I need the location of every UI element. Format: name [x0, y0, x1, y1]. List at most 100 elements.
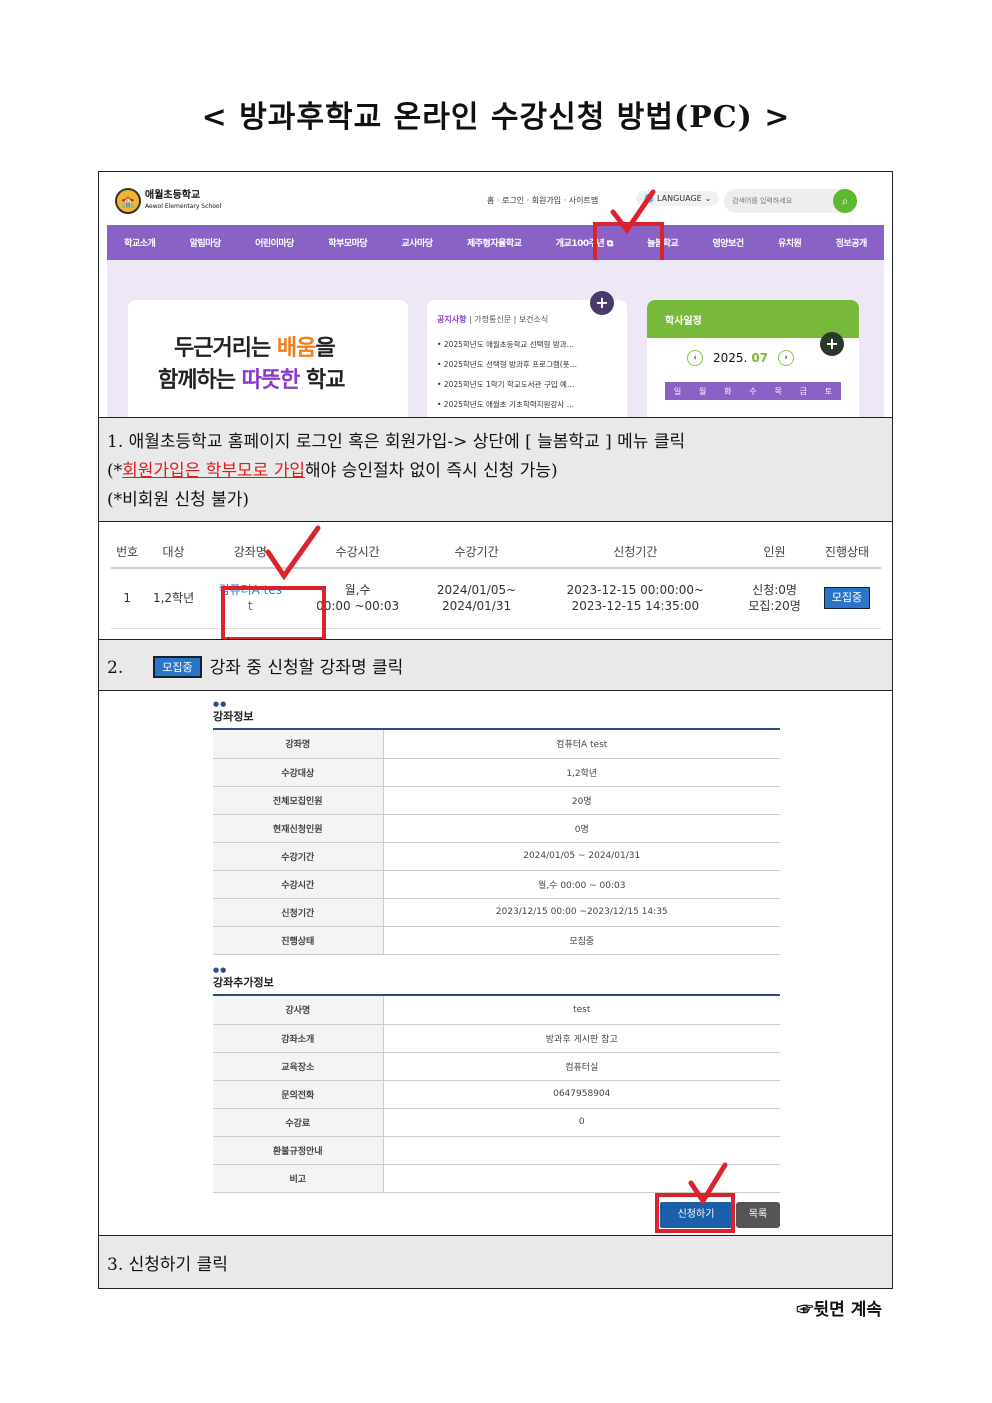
- school-name: 애월초등학교: [145, 190, 201, 201]
- table-row: 수강시간 월,수 00:00 ~ 00:03: [213, 870, 780, 899]
- nav-item[interactable]: 유치원: [778, 236, 802, 249]
- step1-line3: (*비회원 신청 불가): [107, 490, 250, 510]
- column-header: 수강시간: [296, 536, 419, 569]
- nav-item[interactable]: 알림마당: [190, 236, 222, 249]
- bullet-dots-icon: ●●: [213, 966, 228, 974]
- field-value: 0: [383, 1108, 780, 1137]
- step3-desc: 3. 신청하기 클릭: [107, 1255, 228, 1275]
- column-header: 강좌명: [203, 536, 297, 569]
- cell-period: 2024/01/05~ 2024/01/31: [418, 568, 535, 629]
- chevron-left-icon[interactable]: ‹: [687, 350, 703, 366]
- field-value: 1,2학년: [383, 758, 780, 787]
- step2-num: 2.: [107, 658, 124, 678]
- search-icon[interactable]: ⌕: [833, 189, 857, 213]
- field-value: 0647958904: [383, 1080, 780, 1109]
- table-row: 수강대상 1,2학년: [213, 758, 780, 787]
- field-label: 수강대상: [213, 758, 384, 787]
- chevron-down-icon: ⌄: [704, 194, 712, 203]
- notice-item[interactable]: • 2025학년도 애월초 기초학력지원강사 …: [437, 395, 617, 415]
- table-row: 수강기간 2024/01/05 ~ 2024/01/31: [213, 842, 780, 871]
- field-value: 방과후 게시판 참고: [383, 1024, 780, 1053]
- table-row: 환불규정안내: [213, 1136, 780, 1165]
- field-label: 강사명: [213, 996, 384, 1025]
- nav-item[interactable]: 어린이마당: [255, 236, 294, 249]
- table-row: 강사명 test: [213, 996, 780, 1025]
- status-badge: 모집중: [153, 656, 202, 678]
- field-value: 2023/12/15 00:00 ~2023/12/15 14:35: [383, 898, 780, 927]
- column-header: 신청기간: [534, 536, 737, 569]
- step1-line1: 1. 애월초등학교 홈페이지 로그인 혹은 회원가입-> 상단에 [ 늘봄학교 …: [107, 432, 686, 452]
- course-list-screenshot: 번호 대상 강좌명 수강시간 수강기간 신청기간 인원 진행상태 1 1,2학년 컴퓨터A t…: [99, 522, 892, 640]
- nav-item[interactable]: 학부모마당: [328, 236, 367, 249]
- field-value: 0명: [383, 814, 780, 843]
- nav-item[interactable]: 제주형자율학교: [467, 236, 522, 249]
- weekday-label: 금: [799, 386, 807, 396]
- main-nav: 학교소개 알림마당 어린이마당 학부모마당 교사마당 제주형자율학교 개교100주년 ⧉ 늘봄…: [107, 225, 884, 260]
- main-banner: 두근거리는 배움을 함께하는 따뜻한 학교: [128, 300, 408, 417]
- field-label: 현재신청인원: [213, 814, 384, 843]
- table-row: 문의전화 0647958904: [213, 1080, 780, 1109]
- calendar-month: ‹ 2025. 07 ›: [687, 350, 795, 366]
- table-row: 진행상태 모집중: [213, 926, 780, 955]
- column-header: 수강기간: [418, 536, 535, 569]
- field-value: 컴퓨터실: [383, 1052, 780, 1081]
- field-label: 비고: [213, 1164, 384, 1193]
- field-value: 모집중: [383, 926, 780, 955]
- field-value: [383, 1164, 780, 1193]
- notice-item[interactable]: • 2025학년도 1학기 학교도서관 구입 예…: [437, 375, 617, 395]
- field-value: 20명: [383, 786, 780, 815]
- list-button[interactable]: 목록: [736, 1202, 780, 1228]
- notice-tabs[interactable]: 공지사항 | 가정통신문 | 보건소식: [437, 314, 617, 325]
- table-row: 비고: [213, 1164, 780, 1193]
- calendar-plus-icon[interactable]: +: [820, 332, 844, 356]
- field-label: 수강기간: [213, 842, 384, 871]
- weekday-label: 목: [774, 386, 782, 396]
- step1-text: 1. 애월초등학교 홈페이지 로그인 혹은 회원가입-> 상단에 [ 늘봄학교 …: [99, 417, 892, 522]
- weekday-label: 일: [673, 386, 682, 396]
- field-value: 2024/01/05 ~ 2024/01/31: [383, 842, 780, 871]
- highlight-box-apply: [655, 1193, 735, 1233]
- hero-area: 두근거리는 배움을 함께하는 따뜻한 학교 공지사항 | 가정통신문 | 보건소…: [107, 260, 884, 417]
- step3-text: 3. 신청하기 클릭: [99, 1235, 892, 1288]
- weekday-label: 월: [699, 386, 707, 396]
- top-links[interactable]: 홈 · 로그인 · 회원가입 · 사이트맵: [487, 195, 598, 206]
- cell-status: 모집중: [812, 568, 881, 629]
- chevron-right-icon[interactable]: ›: [778, 350, 795, 366]
- column-header: 대상: [143, 536, 204, 569]
- course-extra-section: ●● 강좌추가정보 강사명 test 강좌소개 방과후 게시판 참고 교육장소 컴퓨터실 문…: [213, 967, 780, 1193]
- step2-text: 2. 모집중 강좌 중 신청할 강좌명 클릭: [99, 639, 892, 691]
- notice-item[interactable]: • 2025학년도 애월초등학교 선택형 방과…: [437, 335, 617, 355]
- nav-item[interactable]: 학교소개: [124, 236, 156, 249]
- table-row: 현재신청인원 0명: [213, 814, 780, 843]
- step1-line2: (*회원가입은 학부모로 가입해야 승인절차 없이 즉시 신청 가능): [107, 461, 558, 481]
- column-header: 인원: [736, 536, 813, 569]
- globe-icon: 🌐: [644, 194, 654, 203]
- nav-item[interactable]: 영양보건: [713, 236, 745, 249]
- notice-panel: 공지사항 | 가정통신문 | 보건소식 • 2025학년도 애월초등학교 선택형…: [427, 300, 627, 417]
- field-label: 강좌소개: [213, 1024, 384, 1053]
- cell-target: 1,2학년: [143, 568, 204, 629]
- cell-apply-period: 2023-12-15 00:00:00~ 2023-12-15 14:35:00: [534, 568, 737, 629]
- table-row: 교육장소 컴퓨터실: [213, 1052, 780, 1081]
- calendar-panel: 학사일정 ‹ 2025. 07 › 일월화수목금토: [647, 300, 859, 417]
- table-row: 신청기간 2023/12/15 00:00 ~2023/12/15 14:35: [213, 898, 780, 927]
- nav-item[interactable]: 정보공개: [836, 236, 868, 249]
- school-name-en: Aewol Elementary School: [145, 203, 222, 210]
- status-badge: 모집중: [823, 587, 871, 610]
- footer-continue: ☞뒷면 계속: [796, 1300, 882, 1320]
- notice-plus-icon[interactable]: +: [590, 291, 614, 315]
- banner-line2: 함께하는 따뜻한 학교: [158, 368, 346, 393]
- notice-item[interactable]: • 2025학년도 선택형 방과후 프로그램(풋…: [437, 355, 617, 375]
- school-logo[interactable]: 🏫 애월초등학교 Aewol Elementary School: [115, 188, 221, 214]
- field-value: test: [383, 996, 780, 1025]
- table-row: 전체모집인원 20명: [213, 786, 780, 815]
- weekday-label: 화: [724, 386, 732, 396]
- course-info-table: 강좌명 컴퓨터A test 수강대상 1,2학년 전체모집인원 20명 현재신청인원 0명 수강…: [213, 730, 780, 955]
- language-select[interactable]: 🌐 LANGUAGE ⌄: [636, 191, 720, 206]
- cell-no: 1: [111, 568, 144, 629]
- bullet-dots-icon: ●●: [213, 700, 228, 708]
- course-extra-title: 강좌추가정보: [213, 974, 780, 996]
- field-label: 문의전화: [213, 1080, 384, 1109]
- field-label: 환불규정안내: [213, 1136, 384, 1165]
- nav-item[interactable]: 교사마당: [402, 236, 434, 249]
